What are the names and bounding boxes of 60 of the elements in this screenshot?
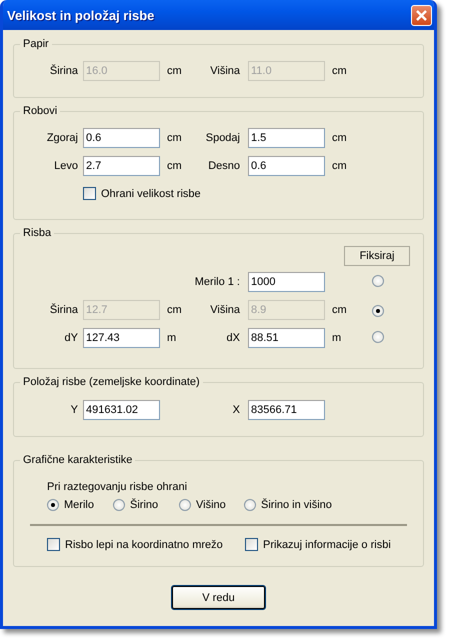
unit-label: cm bbox=[332, 160, 348, 172]
radio-label[interactable]: Višino bbox=[196, 499, 226, 511]
field-label: dX bbox=[226, 332, 241, 344]
field-label: Širina bbox=[48, 65, 79, 77]
checkbox[interactable] bbox=[245, 538, 258, 551]
text-field[interactable]: 491631.02 bbox=[83, 400, 160, 420]
window-title: Velikost in položaj risbe bbox=[7, 8, 154, 22]
field-label: Y bbox=[70, 404, 79, 416]
unit-label: cm bbox=[167, 132, 183, 144]
group-title: Papir bbox=[22, 38, 50, 50]
option-caption: Pri raztegovanju risbe ohrani bbox=[47, 481, 188, 493]
radio-label[interactable]: Širino in višino bbox=[261, 499, 332, 511]
checkbox[interactable] bbox=[47, 538, 60, 551]
group-title: Položaj risbe (zemeljske koordinate) bbox=[22, 376, 201, 388]
field-label: Merilo 1 : bbox=[194, 276, 241, 288]
field-label: dY bbox=[64, 332, 79, 344]
text-field[interactable]: 2.7 bbox=[83, 156, 160, 176]
field-label: Zgoraj bbox=[46, 132, 79, 144]
field-label: Desno bbox=[207, 160, 241, 172]
field-label: Spodaj bbox=[204, 132, 241, 144]
radio-button[interactable] bbox=[113, 499, 125, 511]
text-field[interactable]: 88.51 bbox=[248, 328, 325, 348]
ok-button[interactable]: V redu bbox=[171, 585, 266, 610]
radio-button[interactable] bbox=[179, 499, 191, 511]
field-label: X bbox=[232, 404, 241, 416]
unit-label: cm bbox=[332, 65, 348, 77]
radio-label[interactable]: Merilo bbox=[64, 499, 94, 511]
unit-label: cm bbox=[332, 132, 348, 144]
field-label: Višina bbox=[209, 304, 241, 316]
radio-button[interactable] bbox=[47, 499, 59, 511]
checkbox[interactable] bbox=[83, 187, 96, 200]
close-icon bbox=[415, 8, 428, 22]
text-field[interactable]: 1000 bbox=[248, 272, 325, 292]
radio-label[interactable]: Širino bbox=[130, 499, 158, 511]
unit-label: cm bbox=[167, 65, 183, 77]
unit-label: cm bbox=[167, 160, 183, 172]
unit-label: cm bbox=[332, 304, 348, 316]
radio-button[interactable] bbox=[244, 499, 256, 511]
text-field[interactable]: 83566.71 bbox=[248, 400, 325, 420]
checkbox-label[interactable]: Prikazuj informacije o risbi bbox=[263, 538, 391, 550]
text-field[interactable]: 0.6 bbox=[83, 128, 160, 148]
text-field[interactable]: 1.5 bbox=[248, 128, 325, 148]
text-field[interactable]: 0.6 bbox=[248, 156, 325, 176]
unit-label: m bbox=[332, 332, 342, 344]
radio-button[interactable] bbox=[372, 330, 384, 342]
field-label: Širina bbox=[48, 304, 79, 316]
field-label: Višina bbox=[209, 65, 241, 77]
checkbox-label[interactable]: Risbo lepi na koordinatno mrežo bbox=[65, 538, 223, 550]
group-title: Grafične karakteristike bbox=[22, 454, 134, 466]
close-button[interactable] bbox=[411, 4, 432, 26]
field-label: Levo bbox=[53, 160, 79, 172]
text-field[interactable]: 127.43 bbox=[83, 328, 160, 348]
fix-button[interactable]: Fiksiraj bbox=[344, 246, 410, 266]
group-title: Robovi bbox=[22, 105, 58, 117]
group-title: Risba bbox=[22, 227, 52, 239]
unit-label: m bbox=[167, 332, 178, 344]
radio-button[interactable] bbox=[372, 304, 384, 316]
unit-label: cm bbox=[167, 304, 183, 316]
checkbox-label[interactable]: Ohrani velikost risbe bbox=[101, 188, 201, 200]
radio-button[interactable] bbox=[372, 274, 384, 286]
